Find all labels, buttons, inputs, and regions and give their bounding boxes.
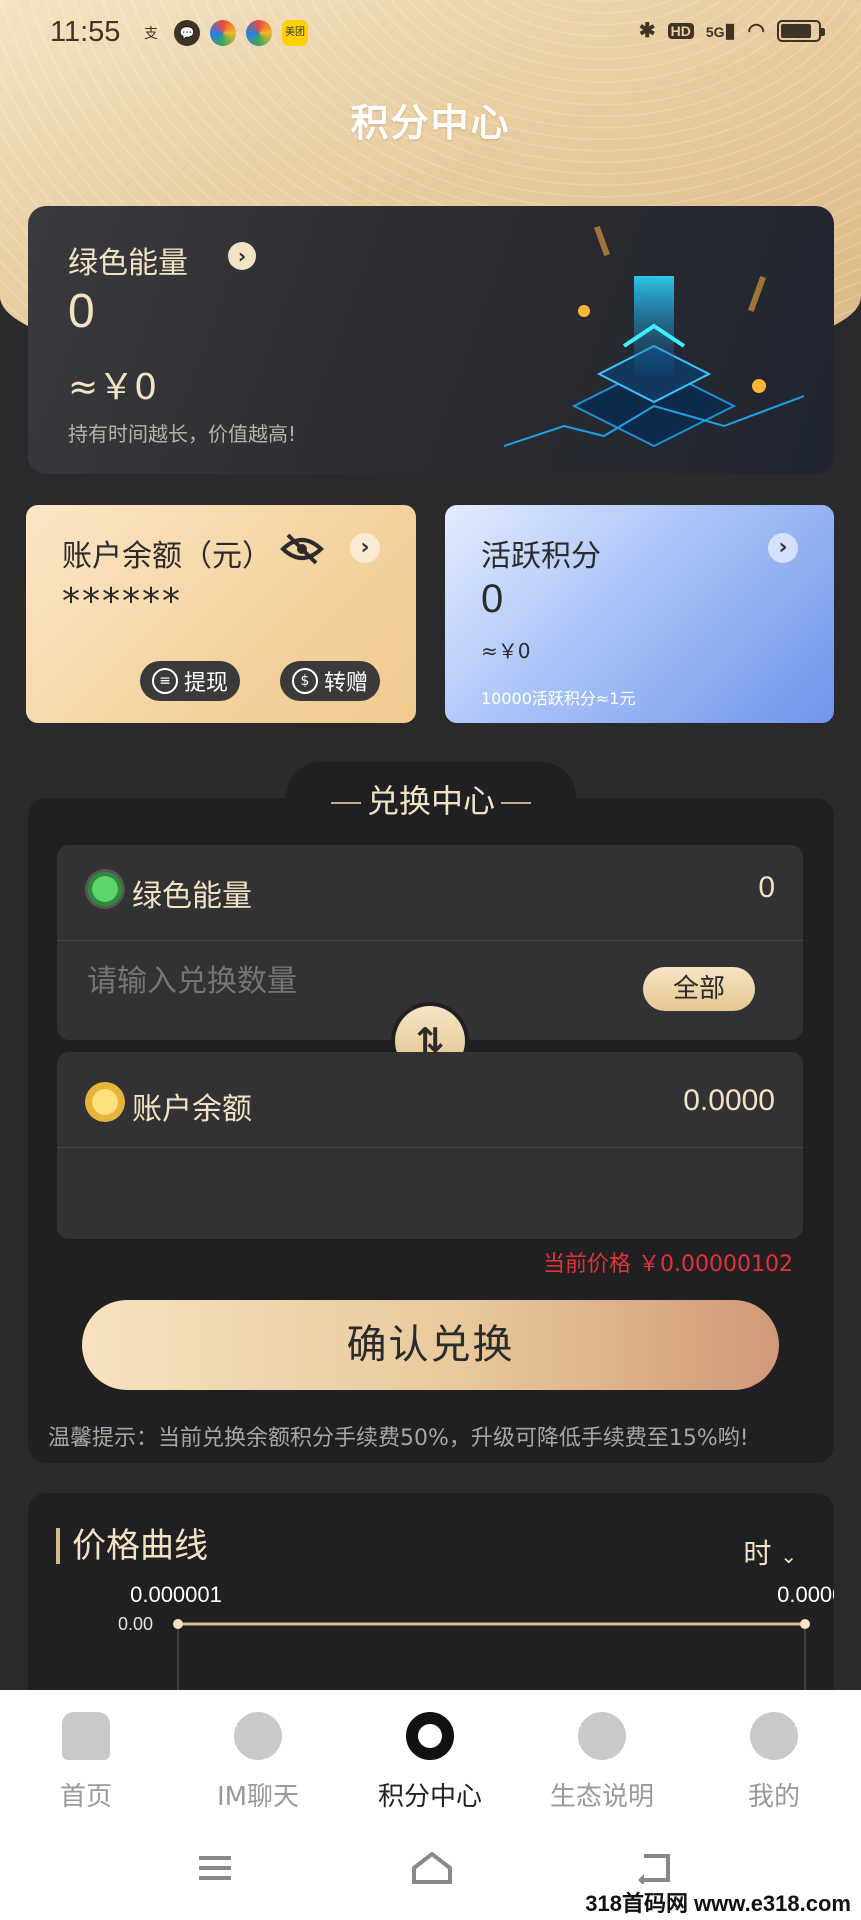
chevron-right-icon[interactable]: › — [768, 533, 798, 563]
divider — [57, 940, 803, 941]
transfer-label: 转赠 — [324, 671, 369, 696]
green-energy-title: 绿色能量 — [68, 246, 188, 281]
fee-tip: 温馨提示：当前兑换余额积分手续费50%，升级可降低手续费至15%哟! — [48, 1426, 749, 1451]
message-icon: 💬 — [174, 20, 200, 46]
bluetooth-icon: ✱ — [638, 20, 656, 42]
from-asset-value: 0 — [758, 871, 775, 904]
tab-label: IM聊天 — [216, 1782, 300, 1812]
from-asset-name: 绿色能量 — [132, 879, 252, 914]
title-dash-left — [330, 802, 361, 804]
exchange-to-box: 账户余额 0.0000 — [57, 1052, 803, 1239]
chevron-right-icon[interactable]: › — [350, 533, 380, 563]
green-energy-note: 持有时间越长，价值越高! — [68, 422, 297, 446]
watermark-text: 318首码网 www.e318.com — [575, 1884, 861, 1920]
data-label: 0.000001 — [777, 1582, 834, 1607]
transfer-button[interactable]: $ 转赠 — [280, 661, 381, 701]
active-points-card[interactable]: 活跃积分 › 0 ≈￥0 10000活跃积分≈1元 — [445, 505, 834, 723]
back-icon[interactable] — [636, 1850, 676, 1886]
exchange-title-text: 兑换中心 — [366, 782, 495, 820]
green-energy-approx: ≈￥0 — [68, 367, 158, 408]
tab-label: 首页 — [59, 1782, 112, 1812]
chevron-right-icon[interactable]: › — [228, 242, 256, 270]
tab-ecosystem[interactable]: 生态说明 — [516, 1690, 688, 1820]
chip-illustration — [504, 226, 804, 448]
account-balance-masked: ****** — [62, 581, 182, 622]
active-points-rate: 10000活跃积分≈1元 — [481, 689, 636, 708]
to-asset-name: 账户余额 — [132, 1092, 252, 1127]
app-icon-b: ◕ — [246, 20, 272, 46]
y-tick-label: 0.00 — [118, 1614, 153, 1634]
home-nav-icon[interactable] — [410, 1850, 454, 1886]
title-dash-right — [501, 802, 531, 804]
time-unit-selector[interactable]: 时 ⌄ — [743, 1532, 797, 1572]
active-points-value: 0 — [481, 577, 504, 621]
points-icon — [406, 1712, 454, 1760]
status-bar: 11:55 支 💬 ◕ ◕ 美团 ✱ HD 5G▮ ◠ — [0, 0, 861, 66]
account-balance-card[interactable]: 账户余额（元） › ****** ≡ 提现 $ 转赠 — [26, 505, 416, 723]
wifi-icon: ◠ — [747, 20, 765, 42]
meituan-icon: 美团 — [282, 20, 308, 46]
home-icon — [62, 1712, 110, 1760]
divider — [57, 1147, 803, 1148]
profile-icon — [750, 1712, 798, 1760]
to-asset-value: 0.0000 — [683, 1084, 775, 1117]
planet-icon — [578, 1712, 626, 1760]
tab-im-chat[interactable]: IM聊天 — [172, 1690, 344, 1820]
tab-profile[interactable]: 我的 — [688, 1690, 860, 1820]
tab-label: 积分中心 — [377, 1782, 482, 1812]
status-time: 11:55 — [50, 16, 121, 48]
withdraw-icon: ≡ — [152, 668, 178, 694]
battery-icon — [777, 19, 825, 42]
hd-icon: HD — [667, 22, 694, 39]
chevron-down-icon: ⌄ — [780, 1544, 797, 1568]
tab-points-center[interactable]: 积分中心 — [344, 1690, 516, 1820]
withdraw-label: 提现 — [184, 671, 229, 696]
data-label: 0.000001 — [130, 1582, 222, 1607]
money-bag-icon: $ — [292, 668, 318, 694]
alipay-icon: 支 — [144, 25, 158, 41]
green-energy-card[interactable]: 绿色能量 › 0 ≈￥0 持有时间越长，价值越高! — [28, 206, 834, 474]
price-curve-chart: 0.00 0.000001 0.000001 — [118, 1582, 834, 1695]
app-icon-a: ◕ — [210, 20, 236, 46]
status-indicators: ✱ HD 5G▮ ◠ — [638, 18, 825, 43]
network-type: 5G — [705, 24, 725, 40]
price-curve-title: 价格曲线 — [56, 1528, 208, 1564]
active-points-title: 活跃积分 — [481, 539, 601, 574]
active-points-approx: ≈￥0 — [481, 639, 531, 663]
account-balance-title: 账户余额（元） — [62, 539, 272, 574]
green-energy-icon — [85, 869, 125, 909]
coin-icon — [85, 1082, 125, 1122]
bottom-tab-bar: 首页 IM聊天 积分中心 生态说明 我的 — [0, 1690, 861, 1820]
confirm-exchange-button[interactable]: 确认兑换 — [82, 1300, 779, 1390]
exchange-title: 兑换中心 — [286, 776, 576, 822]
exchange-amount-input[interactable] — [87, 965, 587, 999]
tab-label: 我的 — [747, 1782, 800, 1812]
data-point — [800, 1619, 810, 1629]
status-app-icons: 支 💬 ◕ ◕ 美团 — [138, 20, 308, 46]
tab-label: 生态说明 — [549, 1782, 654, 1812]
signal-icon: 5G▮ — [705, 20, 736, 42]
green-energy-value: 0 — [68, 285, 95, 338]
page-title: 积分中心 — [350, 101, 511, 145]
current-price: 当前价格 ￥0.00000102 — [543, 1252, 793, 1277]
tab-home[interactable]: 首页 — [0, 1690, 172, 1820]
eye-hidden-icon[interactable] — [280, 533, 324, 565]
all-button[interactable]: 全部 — [643, 967, 755, 1011]
data-point — [173, 1619, 183, 1629]
withdraw-button[interactable]: ≡ 提现 — [140, 661, 241, 701]
chat-icon — [234, 1712, 282, 1760]
time-unit-label: 时 — [743, 1537, 772, 1570]
menu-icon[interactable] — [195, 1850, 235, 1886]
